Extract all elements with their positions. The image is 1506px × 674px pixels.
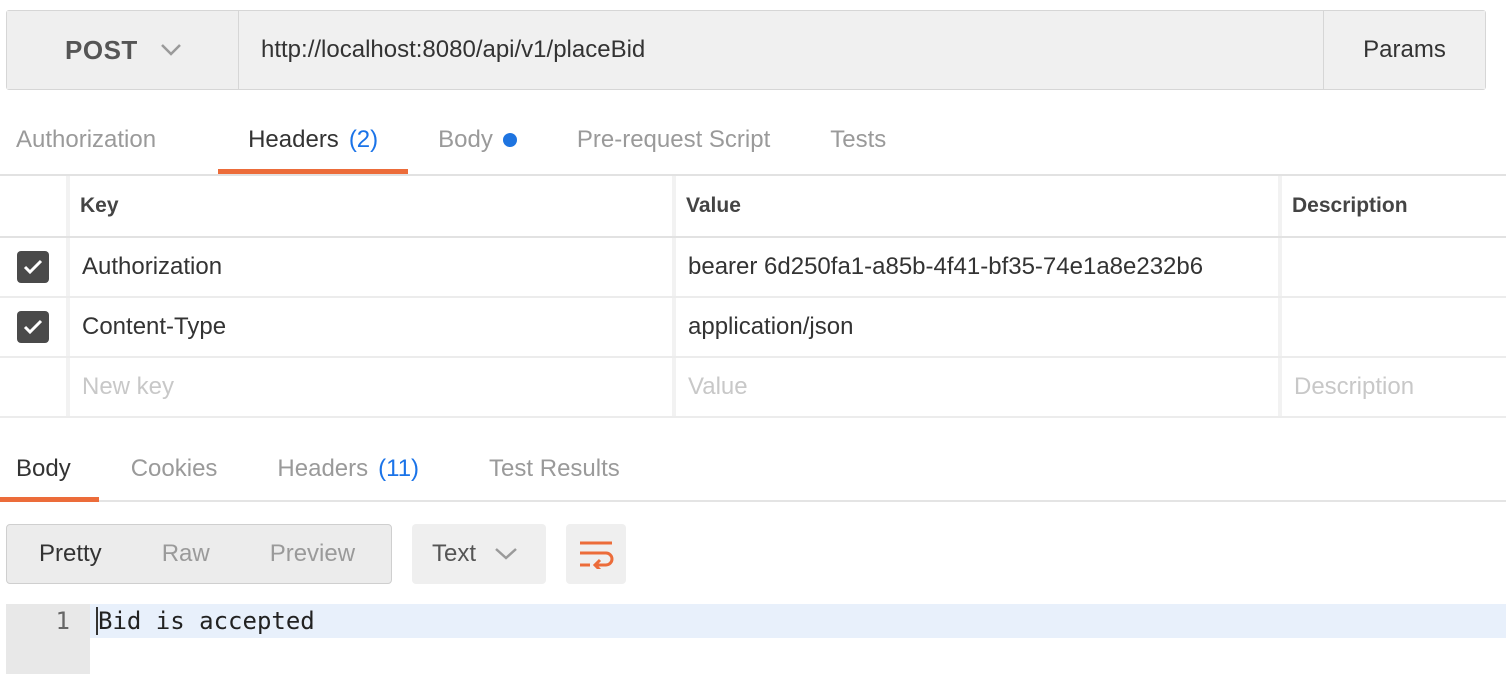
header-value-cell[interactable]: bearer 6d250fa1-a85b-4f41-bf35-74e1a8e23…: [676, 238, 1282, 296]
view-raw-button[interactable]: Raw: [102, 540, 210, 568]
response-body-editor[interactable]: 1 Bid is accepted: [6, 604, 1506, 674]
chevron-down-icon: [160, 39, 182, 61]
table-row: Authorization bearer 6d250fa1-a85b-4f41-…: [0, 238, 1506, 298]
line-number: 1: [55, 607, 70, 635]
view-pretty-button[interactable]: Pretty: [7, 540, 102, 568]
column-header-description: Description: [1292, 194, 1408, 217]
tab-tests[interactable]: Tests: [830, 106, 886, 174]
url-input[interactable]: [239, 11, 1323, 89]
tab-headers[interactable]: Headers (2): [218, 106, 409, 174]
column-header-value: Value: [676, 176, 1282, 236]
empty-checkbox-cell: [0, 358, 70, 416]
response-body-line: Bid is accepted: [98, 607, 315, 635]
method-select[interactable]: POST: [7, 11, 239, 89]
tab-label: Body: [16, 455, 71, 482]
header-key-cell[interactable]: Authorization: [70, 238, 676, 296]
header-description-cell[interactable]: [1282, 238, 1506, 296]
tab-label: Headers: [277, 455, 369, 482]
response-tabs: Body Cookies Headers (11) Test Results: [0, 436, 1506, 502]
active-tab-indicator: [0, 497, 99, 502]
response-toolbar: Pretty Raw Preview Text: [6, 524, 626, 584]
tab-label: Body: [438, 126, 493, 153]
tab-label: Test Results: [489, 455, 620, 482]
view-preview-button[interactable]: Preview: [210, 540, 355, 568]
tab-label: Pre-request Script: [576, 126, 771, 153]
tab-authorization[interactable]: Authorization: [16, 106, 156, 174]
headers-count: (2): [348, 126, 379, 153]
response-tab-cookies[interactable]: Cookies: [131, 436, 218, 502]
new-header-row: New key Value Description: [0, 358, 1506, 418]
checkmark-icon: [23, 319, 43, 335]
wrap-lines-icon[interactable]: [566, 524, 626, 584]
format-select[interactable]: Text: [412, 524, 546, 584]
view-mode-group: Pretty Raw Preview: [6, 524, 392, 584]
checkbox-column-header: [0, 176, 70, 236]
headers-table: Key Value Description Authorization bear…: [0, 174, 1506, 418]
header-key-cell[interactable]: Content-Type: [70, 298, 676, 356]
chevron-down-icon: [494, 542, 518, 566]
tab-label: Cookies: [130, 455, 218, 482]
table-row: Content-Type application/json: [0, 298, 1506, 358]
row-checkbox-cell: [0, 238, 70, 296]
tab-label: Authorization: [16, 126, 157, 153]
request-tabs: Authorization Headers (2) Body Pre-reque…: [0, 106, 1506, 174]
tab-pre-request-script[interactable]: Pre-request Script: [577, 106, 770, 174]
row-checkbox[interactable]: [17, 251, 49, 283]
tab-label: Headers: [248, 126, 339, 153]
column-header-key: Key: [70, 176, 676, 236]
table-header-row: Key Value Description: [0, 176, 1506, 238]
body-modified-dot: [502, 133, 517, 147]
new-key-input[interactable]: New key: [70, 358, 676, 416]
response-tab-test-results[interactable]: Test Results: [489, 436, 620, 502]
response-tab-headers[interactable]: Headers (11): [277, 436, 419, 502]
tab-body[interactable]: Body: [438, 106, 517, 174]
params-button[interactable]: Params: [1323, 11, 1485, 89]
row-checkbox[interactable]: [17, 311, 49, 343]
new-value-input[interactable]: Value: [676, 358, 1282, 416]
header-value-cell[interactable]: application/json: [676, 298, 1282, 356]
tab-label: Tests: [830, 126, 887, 153]
new-description-input[interactable]: Description: [1282, 358, 1506, 416]
response-tab-body[interactable]: Body: [0, 436, 99, 502]
format-label: Text: [432, 540, 477, 567]
request-url-bar: POST Params: [6, 10, 1486, 90]
checkmark-icon: [23, 259, 43, 275]
method-label: POST: [65, 34, 138, 65]
response-headers-count: (11): [378, 455, 420, 482]
header-description-cell[interactable]: [1282, 298, 1506, 356]
row-checkbox-cell: [0, 298, 70, 356]
